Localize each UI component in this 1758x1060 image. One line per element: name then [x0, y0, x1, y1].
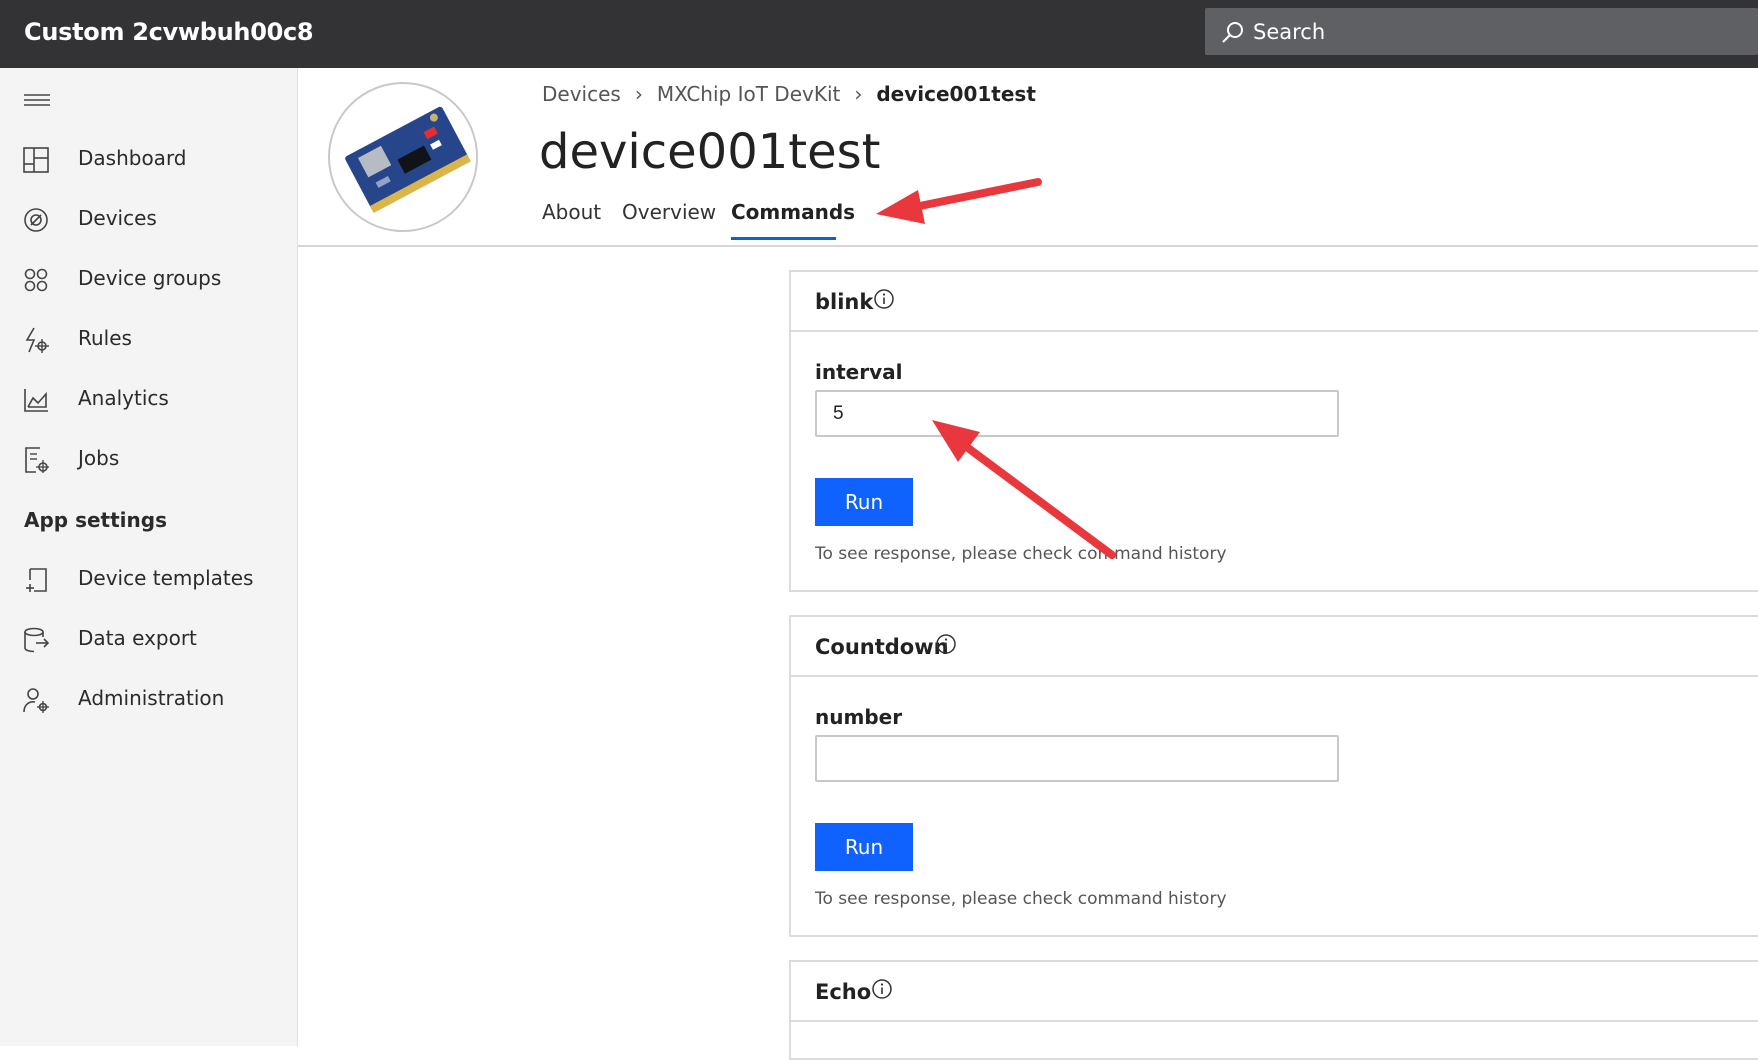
run-button[interactable]: Run [815, 478, 913, 526]
search-label: Search [1253, 20, 1326, 44]
sidebar-item-label: Analytics [78, 386, 169, 410]
sidebar-item-devices[interactable]: Devices [0, 196, 298, 242]
card-header: blink [791, 272, 1758, 332]
app-title: Custom 2cvwbuh00c8 [24, 18, 314, 46]
sidebar-item-label: Dashboard [78, 146, 187, 170]
sidebar-item-label: Data export [78, 626, 197, 650]
sidebar-item-analytics[interactable]: Analytics [0, 376, 298, 422]
administration-icon [23, 688, 49, 713]
top-bar: Custom 2cvwbuh00c8 Search [0, 0, 1758, 68]
breadcrumb-devices[interactable]: Devices [542, 82, 621, 106]
command-card-echo: Echo [789, 960, 1758, 1060]
tab-commands[interactable]: Commands [731, 200, 855, 224]
sidebar-item-device-templates[interactable]: Device templates [0, 556, 298, 602]
command-name: Countdown [815, 635, 949, 659]
sidebar-item-data-export[interactable]: Data export [0, 616, 298, 662]
breadcrumb: Devices › MXChip IoT DevKit › device001test [542, 82, 1036, 106]
devices-icon [24, 208, 48, 232]
command-hint: To see response, please check command hi… [815, 889, 1227, 909]
sidebar-item-label: Devices [78, 206, 157, 230]
run-button[interactable]: Run [815, 823, 913, 871]
header-divider [298, 245, 1758, 247]
page-title: device001test [539, 124, 881, 180]
data-export-icon [24, 627, 50, 653]
command-name: blink [815, 290, 874, 314]
interval-input[interactable] [815, 390, 1339, 437]
sidebar-item-jobs[interactable]: Jobs [0, 436, 298, 482]
device-board-image [331, 85, 476, 230]
sidebar-item-label: Device templates [78, 566, 254, 590]
tab-overview[interactable]: Overview [622, 200, 716, 224]
app-settings-heading: App settings [24, 508, 167, 532]
number-input[interactable] [815, 735, 1339, 782]
dashboard-icon [23, 147, 49, 173]
sidebar-item-label: Administration [78, 686, 225, 710]
chevron-right-icon: › [634, 82, 643, 106]
sidebar: Dashboard Devices Device groups Rules An… [0, 68, 298, 1046]
chevron-right-icon: › [854, 82, 863, 106]
sidebar-item-label: Device groups [78, 266, 222, 290]
card-header: Countdown [791, 617, 1758, 677]
breadcrumb-template[interactable]: MXChip IoT DevKit [657, 82, 841, 106]
sidebar-item-administration[interactable]: Administration [0, 676, 298, 722]
search-box[interactable]: Search [1205, 8, 1758, 55]
command-card-blink: blink interval Run To see response, plea… [789, 270, 1758, 592]
device-avatar [328, 82, 478, 232]
sidebar-item-device-groups[interactable]: Device groups [0, 256, 298, 302]
info-icon[interactable] [873, 288, 895, 310]
info-icon[interactable] [871, 978, 893, 1000]
tab-about[interactable]: About [542, 200, 601, 224]
sidebar-item-label: Rules [78, 326, 132, 350]
field-label: number [815, 705, 903, 729]
device-groups-icon [24, 268, 48, 292]
info-icon[interactable] [935, 633, 957, 655]
sidebar-item-label: Jobs [78, 446, 120, 470]
command-name: Echo [815, 980, 872, 1004]
arrow-to-commands-tab [876, 178, 1042, 224]
field-label: interval [815, 360, 903, 384]
sidebar-item-rules[interactable]: Rules [0, 316, 298, 362]
command-card-countdown: Countdown number Run To see response, pl… [789, 615, 1758, 937]
sidebar-item-dashboard[interactable]: Dashboard [0, 136, 298, 182]
jobs-icon [25, 447, 49, 473]
command-hint: To see response, please check command hi… [815, 544, 1227, 564]
card-header: Echo [791, 962, 1758, 1022]
device-templates-icon [26, 568, 47, 592]
rules-icon [25, 327, 49, 353]
hamburger-menu-icon[interactable] [24, 90, 50, 110]
search-icon [1222, 22, 1243, 43]
active-tab-indicator [731, 237, 836, 240]
analytics-icon [24, 389, 48, 412]
breadcrumb-current: device001test [876, 82, 1036, 106]
